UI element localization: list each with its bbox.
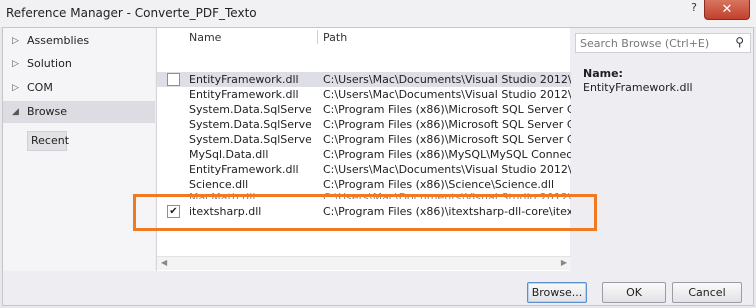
row-name: MySql.Data.dll <box>189 148 269 161</box>
row-path: C:\Users\Mac\Documents\Visual Studio 201… <box>323 191 571 204</box>
row-path: C:\Users\Mac\Documents\Visual Studio 201… <box>323 163 571 176</box>
row-name: System.Data.SqlServerC... <box>189 133 311 146</box>
row-name: Science.dll <box>189 178 249 191</box>
nav-item-assemblies[interactable]: ▷ Assemblies <box>3 30 155 52</box>
help-button[interactable]: ? <box>684 0 704 16</box>
row-name: itextsharp.dll <box>189 205 262 218</box>
horizontal-scrollbar[interactable]: ◀ ▶ <box>157 256 571 270</box>
reference-list: Name Path EntityFramework.dll C:\Users\M… <box>156 28 571 271</box>
list-item[interactable]: EntityFramework.dll C:\Users\Mac\Documen… <box>157 87 571 102</box>
browse-button[interactable]: Browse... <box>527 282 587 303</box>
search-icon[interactable]: ⚲ <box>735 35 744 49</box>
list-item[interactable]: MySql.Data.dll C:\Program Files (x86)\My… <box>157 147 571 162</box>
scroll-left-icon[interactable]: ◀ <box>161 258 167 267</box>
include-checkbox[interactable] <box>167 73 180 86</box>
row-path: C:\Program Files (x86)\Science\Science.d… <box>323 178 555 191</box>
row-path: C:\Program Files (x86)\Microsoft SQL Ser… <box>323 133 571 146</box>
list-item[interactable]: MacMath.dll C:\Users\Mac\Documents\Visua… <box>157 190 571 204</box>
nav-item-label: Browse <box>27 105 68 118</box>
left-navigation: ▷ Assemblies ▷ Solution ▷ COM ◢ Browse R… <box>3 28 155 271</box>
list-item[interactable]: EntityFramework.dll C:\Users\Mac\Documen… <box>157 162 571 177</box>
ok-button[interactable]: OK <box>602 282 666 303</box>
list-item[interactable]: ✔ itextsharp.dll C:\Program Files (x86)\… <box>157 204 571 219</box>
title-bar: Reference Manager - Converte_PDF_Texto ?… <box>0 0 756 27</box>
row-name: EntityFramework.dll <box>189 163 299 176</box>
row-name: EntityFramework.dll <box>189 73 299 86</box>
detail-label: Name: <box>583 67 623 80</box>
nav-item-com[interactable]: ▷ COM <box>3 77 155 99</box>
row-name: MacMath.dll <box>189 191 256 204</box>
nav-item-recent[interactable]: Recent <box>27 131 69 151</box>
list-item[interactable]: System.Data.SqlServerC... C:\Program Fil… <box>157 102 571 117</box>
scroll-right-icon[interactable]: ▶ <box>561 258 567 267</box>
expand-arrow-icon: ▷ <box>12 59 19 69</box>
row-name: System.Data.SqlServerC... <box>189 118 311 131</box>
row-path: C:\Users\Mac\Documents\Visual Studio 201… <box>323 88 571 101</box>
expand-arrow-icon: ▷ <box>12 83 19 93</box>
dialog-client-area: ▷ Assemblies ▷ Solution ▷ COM ◢ Browse R… <box>2 27 754 306</box>
nav-item-solution[interactable]: ▷ Solution <box>3 53 155 75</box>
nav-item-browse[interactable]: ◢ Browse <box>3 101 155 123</box>
nav-item-label: Solution <box>27 57 72 70</box>
row-name: EntityFramework.dll <box>189 88 299 101</box>
row-path: C:\Program Files (x86)\Microsoft SQL Ser… <box>323 118 571 131</box>
column-separator[interactable] <box>317 30 318 44</box>
column-header-path[interactable]: Path <box>323 31 347 45</box>
row-path: C:\Users\Mac\Documents\Visual Studio 201… <box>323 73 571 86</box>
column-header-name[interactable]: Name <box>189 31 221 45</box>
search-box[interactable]: ⚲ <box>575 33 751 53</box>
list-item[interactable]: Science.dll C:\Program Files (x86)\Scien… <box>157 177 571 192</box>
collapse-arrow-icon: ◢ <box>12 107 19 117</box>
window-title: Reference Manager - Converte_PDF_Texto <box>6 6 257 20</box>
search-input[interactable] <box>580 36 720 50</box>
include-checkbox-checked[interactable]: ✔ <box>167 205 180 218</box>
row-name: System.Data.SqlServerC... <box>189 103 311 116</box>
row-path: C:\Program Files (x86)\itextsharp-dll-co… <box>323 205 571 218</box>
nav-item-label: Assemblies <box>27 34 90 47</box>
cancel-button[interactable]: Cancel <box>672 282 742 303</box>
detail-value: EntityFramework.dll <box>583 81 693 94</box>
details-pane: ⚲ Name: EntityFramework.dll <box>571 28 754 271</box>
list-item[interactable]: System.Data.SqlServerC... C:\Program Fil… <box>157 117 571 132</box>
expand-arrow-icon: ▷ <box>12 36 19 46</box>
close-button[interactable]: ✕ <box>704 0 750 20</box>
row-path: C:\Program Files (x86)\MySQL\MySQL Conne… <box>323 148 571 161</box>
row-path: C:\Program Files (x86)\Microsoft SQL Ser… <box>323 103 571 116</box>
nav-item-label: COM <box>27 81 53 94</box>
list-item[interactable]: System.Data.SqlServerC... C:\Program Fil… <box>157 132 571 147</box>
list-item[interactable]: EntityFramework.dll C:\Users\Mac\Documen… <box>157 72 571 87</box>
